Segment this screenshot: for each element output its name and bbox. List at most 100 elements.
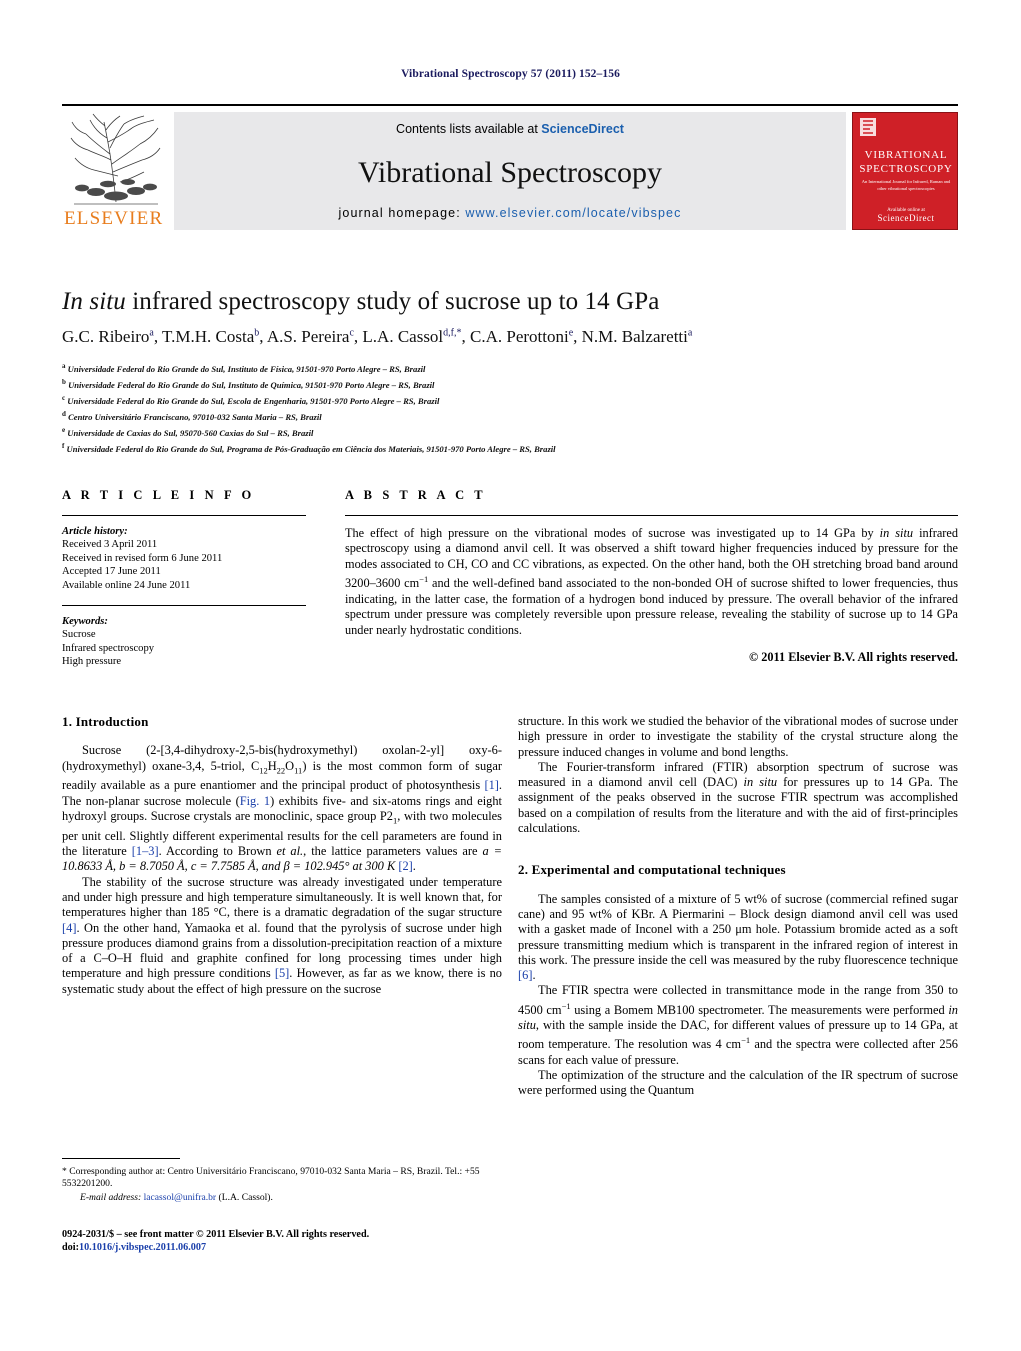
abstract-part1: The effect of high pressure on the vibra… [345, 526, 880, 540]
journal-title: Vibrational Spectroscopy [358, 156, 662, 189]
body-column-right: structure. In this work we studied the b… [518, 714, 958, 1099]
doi-line: doi:10.1016/j.vibspec.2011.06.007 [62, 1241, 502, 1254]
abstract-superscript: −1 [419, 574, 429, 585]
affiliation-text: Universidade de Caxias do Sul, 95070-560… [67, 428, 314, 439]
text: The stability of the sucrose structure w… [62, 874, 502, 920]
article-info-heading: A R T I C L E I N F O [62, 488, 255, 502]
subscript: 22 [276, 765, 286, 776]
sciencedirect-box: Contents lists available at ScienceDirec… [174, 112, 846, 230]
citation-link[interactable]: [2] [398, 859, 412, 873]
elsevier-tree-icon [70, 113, 161, 205]
sciencedirect-link[interactable]: ScienceDirect [541, 122, 624, 136]
journal-banner: ELSEVIER Contents lists available at Sci… [62, 104, 958, 230]
divider [62, 605, 306, 607]
italic-text: in situ [743, 775, 778, 790]
article-title-rest: infrared spectroscopy study of sucrose u… [125, 288, 660, 315]
affiliation-list: a Universidade Federal do Rio Grande do … [62, 360, 958, 456]
affiliation-mark: a [62, 362, 66, 370]
author: N.M. Balzarettia [582, 327, 693, 346]
history-item: Received in revised form 6 June 2011 [62, 552, 223, 564]
contents-prefix: Contents lists available at [396, 122, 542, 136]
author-name: A.S. Pereira [266, 327, 350, 346]
homepage-url[interactable]: www.elsevier.com/locate/vibspec [465, 206, 681, 220]
text: O [285, 758, 295, 773]
affiliation: f Universidade Federal do Rio Grande do … [62, 440, 958, 456]
affiliation: d Centro Universitário Franciscano, 9701… [62, 408, 958, 424]
affiliation-mark: d [62, 410, 66, 419]
author-name: G.C. Ribeiro [62, 327, 150, 346]
article-title-italic: In situ [62, 288, 126, 315]
author-marks: d,f,* [443, 327, 462, 339]
author-name: C.A. Perottoni [470, 327, 569, 346]
journal-cover-thumbnail: VIBRATIONAL SPECTROSCOPY An Internationa… [852, 112, 958, 230]
running-head: Vibrational Spectroscopy 57 (2011) 152–1… [401, 68, 620, 80]
elsevier-logo: ELSEVIER [62, 112, 172, 230]
paragraph: The samples consisted of a mixture of 5 … [518, 892, 958, 984]
citation-link[interactable]: [1–3] [132, 844, 159, 858]
author-list: G.C. Ribeiroa, T.M.H. Costab, A.S. Perei… [62, 327, 693, 346]
citation-link[interactable]: [1] [484, 778, 498, 792]
affiliation-text: Universidade Federal do Rio Grande do Su… [68, 379, 435, 390]
abstract-block: A B S T R A C T The effect of high press… [345, 488, 958, 665]
subscript: 12 [259, 765, 268, 776]
author: L.A. Cassold,f,* [362, 327, 461, 346]
corresponding-author-note: * Corresponding author at: Centro Univer… [62, 1166, 480, 1190]
cover-subtitle: An International Journal for Infrared, R… [861, 179, 951, 191]
affiliation: e Universidade de Caxias do Sul, 95070-5… [62, 424, 958, 440]
cover-footer-brand: ScienceDirect [877, 213, 935, 223]
text: using a Bomem MB100 spectrometer. The me… [570, 1002, 949, 1017]
abstract-heading: A B S T R A C T [345, 488, 487, 502]
doi-label: doi: [62, 1242, 79, 1254]
keyword: High pressure [62, 656, 122, 668]
author-name: L.A. Cassol [362, 327, 444, 346]
citation-link[interactable]: [6] [518, 968, 532, 982]
paragraph-continued: structure. In this work we studied the b… [518, 714, 958, 759]
keyword: Sucrose [62, 629, 96, 641]
cover-elsevier-icon [860, 118, 876, 136]
text: The samples consisted of a mixture of 5 … [518, 891, 958, 967]
section-heading-experimental: 2. Experimental and computational techni… [518, 862, 786, 878]
paragraph: The optimization of the structure and th… [518, 1068, 958, 1098]
email-link[interactable]: lacassol@unifra.br [144, 1192, 217, 1203]
cover-footer: Available online at ScienceDirect [853, 208, 957, 223]
superscript: −1 [561, 1000, 571, 1011]
contents-line: Contents lists available at ScienceDirec… [174, 122, 846, 136]
keywords-block: Keywords: Sucrose Infrared spectroscopy … [62, 615, 306, 669]
citation-link[interactable]: [4] [62, 921, 76, 935]
author-marks: a [149, 327, 154, 339]
text: . [412, 859, 416, 874]
author-marks: a [687, 327, 693, 339]
author-name: T.M.H. Costa [162, 327, 255, 346]
citation-link[interactable]: [5] [275, 966, 289, 980]
affiliation-mark: c [62, 394, 66, 403]
doi-value[interactable]: 10.1016/j.vibspec.2011.06.007 [79, 1242, 206, 1253]
email-owner: (L.A. Cassol). [218, 1191, 273, 1203]
body-column-left: 1. Introduction Sucrose (2-[3,4-dihydrox… [62, 714, 502, 997]
author: G.C. Ribeiroa [62, 327, 154, 346]
keywords-label: Keywords: [62, 616, 108, 628]
text: H [267, 758, 277, 773]
affiliation-text: Universidade Federal do Rio Grande do Su… [66, 444, 556, 455]
author-marks: e [568, 327, 574, 339]
cover-title-line2: SPECTROSCOPY [859, 163, 953, 175]
affiliation-mark: e [62, 426, 66, 435]
superscript: −1 [741, 1035, 751, 1046]
author: C.A. Perottonie [470, 327, 573, 346]
history-item: Available online 24 June 2011 [62, 579, 191, 591]
paragraph: The stability of the sucrose structure w… [62, 875, 502, 997]
affiliation: a Universidade Federal do Rio Grande do … [62, 360, 958, 376]
author-marks: b [254, 327, 260, 339]
footnote-block: * Corresponding author at: Centro Univer… [62, 1158, 502, 1204]
text: , the lattice parameters values are [303, 844, 483, 859]
section-heading-introduction: 1. Introduction [62, 714, 149, 729]
article-info-block: A R T I C L E I N F O Article history: R… [62, 488, 306, 669]
email-note: E-mail address: lacassol@unifra.br (L.A.… [62, 1192, 502, 1204]
figure-link[interactable]: Fig. 1 [240, 794, 270, 808]
paragraph: Sucrose (2-[3,4-dihydroxy-2,5-bis(hydrox… [62, 743, 502, 874]
history-item: Accepted 17 June 2011 [62, 566, 161, 578]
footnote-divider [62, 1158, 180, 1159]
affiliation-mark: b [62, 378, 66, 387]
affiliation: c Universidade Federal do Rio Grande do … [62, 392, 958, 408]
italic-text: et al. [276, 844, 304, 859]
abstract-text: The effect of high pressure on the vibra… [345, 526, 958, 638]
